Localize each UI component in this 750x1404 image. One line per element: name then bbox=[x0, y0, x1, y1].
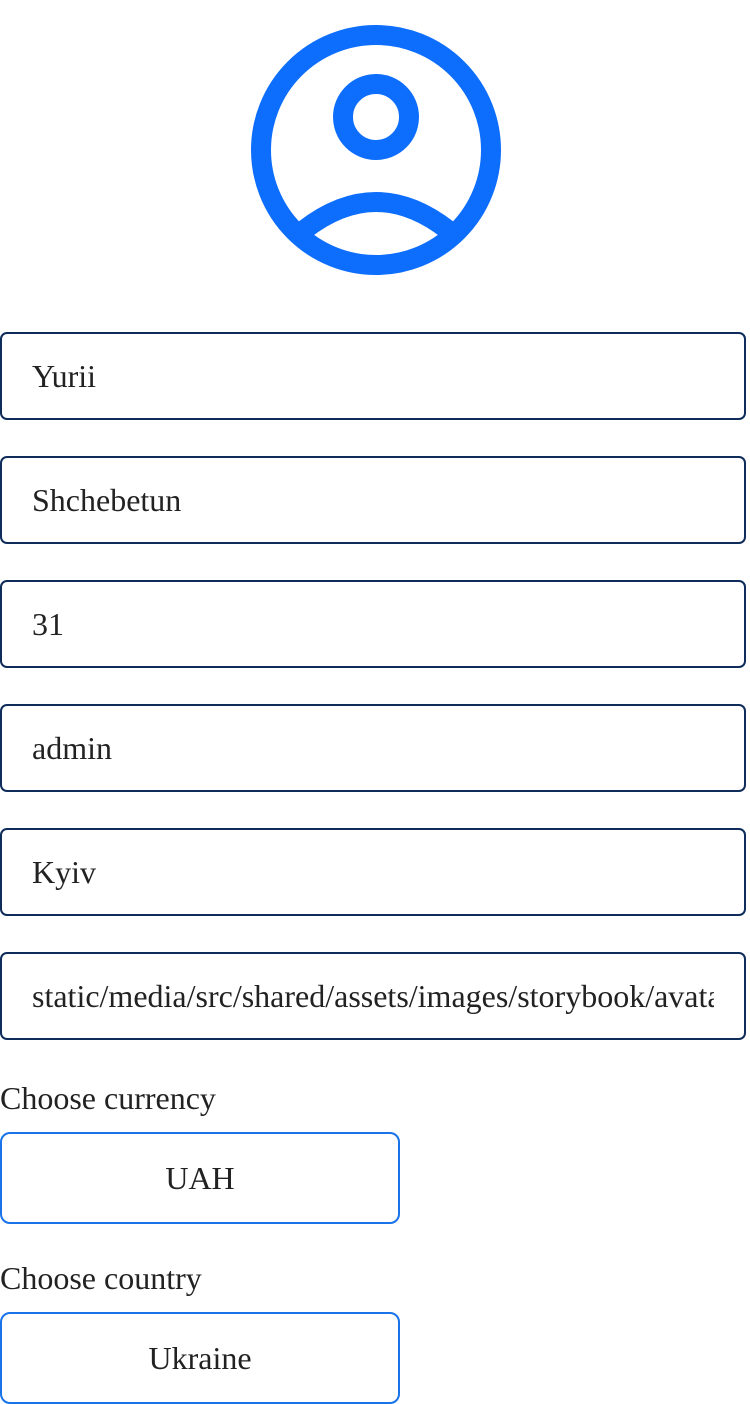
age-input[interactable] bbox=[0, 580, 746, 668]
last-name-input[interactable] bbox=[0, 456, 746, 544]
currency-select-button[interactable]: UAH bbox=[0, 1132, 400, 1224]
first-name-input[interactable] bbox=[0, 332, 746, 420]
role-input[interactable] bbox=[0, 704, 746, 792]
country-select-button[interactable]: Ukraine bbox=[0, 1312, 400, 1404]
city-input[interactable] bbox=[0, 828, 746, 916]
avatar-path-input[interactable] bbox=[0, 952, 746, 1040]
avatar-user-icon bbox=[250, 24, 502, 276]
currency-label: Choose currency bbox=[0, 1080, 216, 1116]
country-label: Choose country bbox=[0, 1260, 202, 1296]
